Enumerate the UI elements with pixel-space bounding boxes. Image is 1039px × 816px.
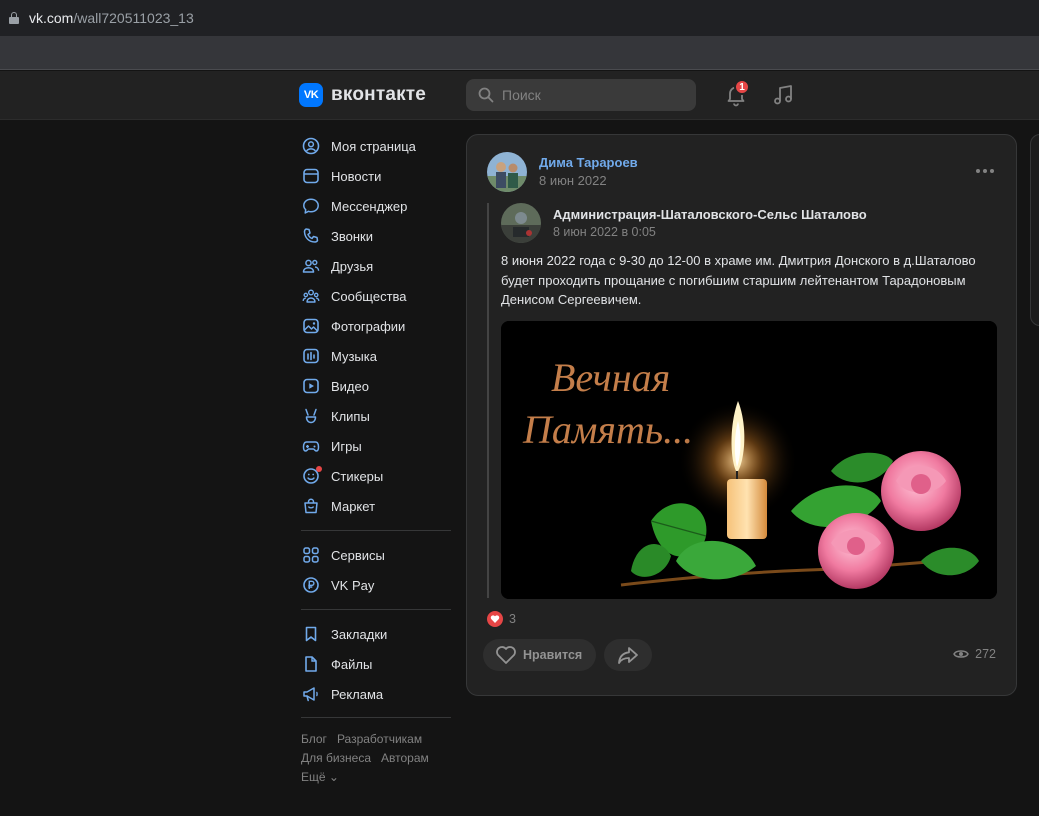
search-box[interactable] <box>466 79 696 111</box>
sidebar-item-games[interactable]: Игры <box>301 431 451 461</box>
sidebar-item-calls[interactable]: Звонки <box>301 221 451 251</box>
notifications-button[interactable]: 1 <box>724 79 750 107</box>
sidebar-divider <box>301 530 451 531</box>
author-avatar[interactable] <box>487 152 527 192</box>
sidebar-item-ads[interactable]: Реклама <box>301 679 451 709</box>
sidebar-item-photos[interactable]: Фотографии <box>301 311 451 341</box>
vk-logo-text: вконтакте <box>331 84 427 105</box>
bookmarks-icon <box>301 624 321 644</box>
post-date[interactable]: 8 июн 2022 <box>539 173 607 188</box>
footer-link-business[interactable]: Для бизнеса <box>301 751 371 765</box>
ads-icon <box>301 684 321 704</box>
market-icon <box>301 496 321 516</box>
reactions-count: 3 <box>509 612 516 626</box>
communities-icon <box>301 286 321 306</box>
left-sidebar: Моя страница Новости Мессенджер Звонки Д… <box>301 131 451 787</box>
sidebar-item-news[interactable]: Новости <box>301 161 451 191</box>
views-count: 272 <box>975 647 996 661</box>
repost-author-avatar[interactable] <box>501 203 541 243</box>
sidebar-item-messenger[interactable]: Мессенджер <box>301 191 451 221</box>
more-options-button[interactable] <box>976 163 996 179</box>
sidebar-item-market[interactable]: Маркет <box>301 491 451 521</box>
author-name[interactable]: Дима Тарароев <box>539 155 638 170</box>
post-image[interactable]: Вечная Память... <box>501 321 997 599</box>
footer-link-authors[interactable]: Авторам <box>381 751 429 765</box>
sidebar-item-video[interactable]: Видео <box>301 371 451 401</box>
sidebar-divider <box>301 609 451 610</box>
search-icon <box>478 87 494 103</box>
heart-outline-icon <box>496 646 516 664</box>
sidebar-item-bookmarks[interactable]: Закладки <box>301 619 451 649</box>
video-icon <box>301 376 321 396</box>
clips-icon <box>301 406 321 426</box>
services-icon <box>301 545 321 565</box>
sidebar-item-my-page[interactable]: Моя страница <box>301 131 451 161</box>
stickers-notification-dot <box>316 466 322 472</box>
stickers-icon <box>301 466 322 486</box>
repost-indicator-line <box>487 203 489 598</box>
sidebar-item-music[interactable]: Музыка <box>301 341 451 371</box>
like-button[interactable]: Нравится <box>483 639 596 671</box>
more-icon <box>976 169 980 173</box>
heart-reaction-icon <box>487 611 503 627</box>
right-side-panel <box>1030 134 1039 326</box>
eye-icon <box>953 650 969 658</box>
like-label: Нравится <box>523 648 583 662</box>
image-caption-line1: Вечная <box>551 355 670 400</box>
sidebar-item-communities[interactable]: Сообщества <box>301 281 451 311</box>
photos-icon <box>301 316 321 336</box>
sidebar-divider <box>301 717 451 718</box>
vk-logo[interactable]: VK вконтакте <box>299 83 426 107</box>
footer-link-blog[interactable]: Блог <box>301 732 327 746</box>
music-icon <box>301 346 321 366</box>
music-player-button[interactable] <box>771 83 795 107</box>
search-input[interactable] <box>502 87 682 103</box>
vk-logo-icon: VK <box>299 83 323 107</box>
wall-post: Дима Тарароев 8 июн 2022 Администрация-Ш… <box>466 134 1017 696</box>
sidebar-item-friends[interactable]: Друзья <box>301 251 451 281</box>
notifications-badge: 1 <box>734 79 750 95</box>
lock-icon <box>9 12 19 24</box>
repost-author-name[interactable]: Администрация-Шаталовского-Сельс Шаталов… <box>553 207 867 222</box>
friends-icon <box>301 256 321 276</box>
post-text: 8 июня 2022 года с 9-30 до 12-00 в храме… <box>501 253 976 307</box>
user-icon <box>301 136 321 156</box>
files-icon <box>301 654 321 674</box>
views-counter: 272 <box>953 647 996 661</box>
share-icon <box>618 647 638 664</box>
games-icon <box>301 436 321 456</box>
browser-address-bar[interactable]: vk.com/wall720511023_13 <box>0 0 1039 36</box>
news-icon <box>301 166 321 186</box>
phone-icon <box>301 226 321 246</box>
sidebar-item-stickers[interactable]: Стикеры <box>301 461 451 491</box>
reactions-summary[interactable]: 3 <box>487 611 516 627</box>
footer-link-more[interactable]: Ещё ⌄ <box>301 770 339 784</box>
messenger-icon <box>301 196 321 216</box>
footer-link-developers[interactable]: Разработчикам <box>337 732 422 746</box>
sidebar-footer-links: Блог Разработчикам Для бизнеса Авторам Ещё… <box>301 730 451 787</box>
sidebar-item-services[interactable]: Сервисы <box>301 540 451 570</box>
browser-toolbar <box>0 36 1039 70</box>
repost-date[interactable]: 8 июн 2022 в 0:05 <box>553 225 656 239</box>
vkpay-icon <box>301 575 321 595</box>
image-caption-line2: Память... <box>522 407 693 452</box>
music-icon <box>774 85 792 105</box>
sidebar-item-clips[interactable]: Клипы <box>301 401 451 431</box>
sidebar-item-vk-pay[interactable]: VK Pay <box>301 570 451 600</box>
sidebar-item-files[interactable]: Файлы <box>301 649 451 679</box>
url-text[interactable]: vk.com/wall720511023_13 <box>29 10 194 26</box>
share-button[interactable] <box>604 639 652 671</box>
vk-header: VK вконтакте 1 <box>0 71 1039 120</box>
